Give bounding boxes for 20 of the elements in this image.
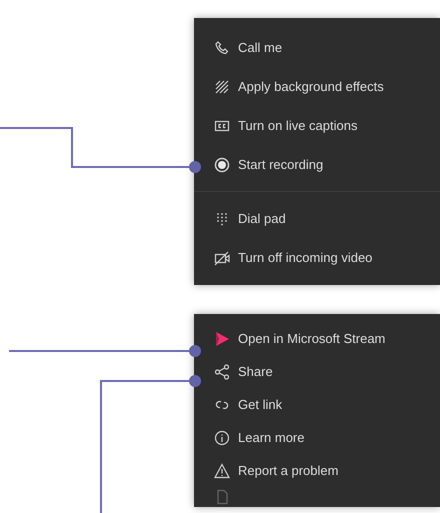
menu-item[interactable]: Share xyxy=(194,355,440,388)
record-icon xyxy=(214,156,230,172)
menu-item[interactable]: Learn more xyxy=(194,421,440,454)
video-off-icon xyxy=(214,250,230,266)
menu-item[interactable]: Turn on live captions xyxy=(194,106,440,145)
menu-item[interactable]: Apply background effects xyxy=(194,67,440,106)
menu-item[interactable]: Report a problem xyxy=(194,454,440,487)
menu-item[interactable]: Open in Microsoft Stream xyxy=(194,322,440,355)
share-icon xyxy=(214,364,230,380)
background-effects-icon xyxy=(214,78,230,94)
menu-item[interactable]: Call me xyxy=(194,28,440,67)
menu-item[interactable]: Dial pad xyxy=(194,199,440,238)
menu-item[interactable]: Turn off incoming video xyxy=(194,238,440,277)
menu-item[interactable]: Start recording xyxy=(194,145,440,184)
phone-icon xyxy=(214,40,230,56)
stream-logo-icon xyxy=(214,330,230,346)
info-icon xyxy=(214,430,230,446)
menu-item[interactable]: Get link xyxy=(194,388,440,421)
dial-pad-icon xyxy=(214,210,230,226)
warning-icon xyxy=(214,462,230,478)
